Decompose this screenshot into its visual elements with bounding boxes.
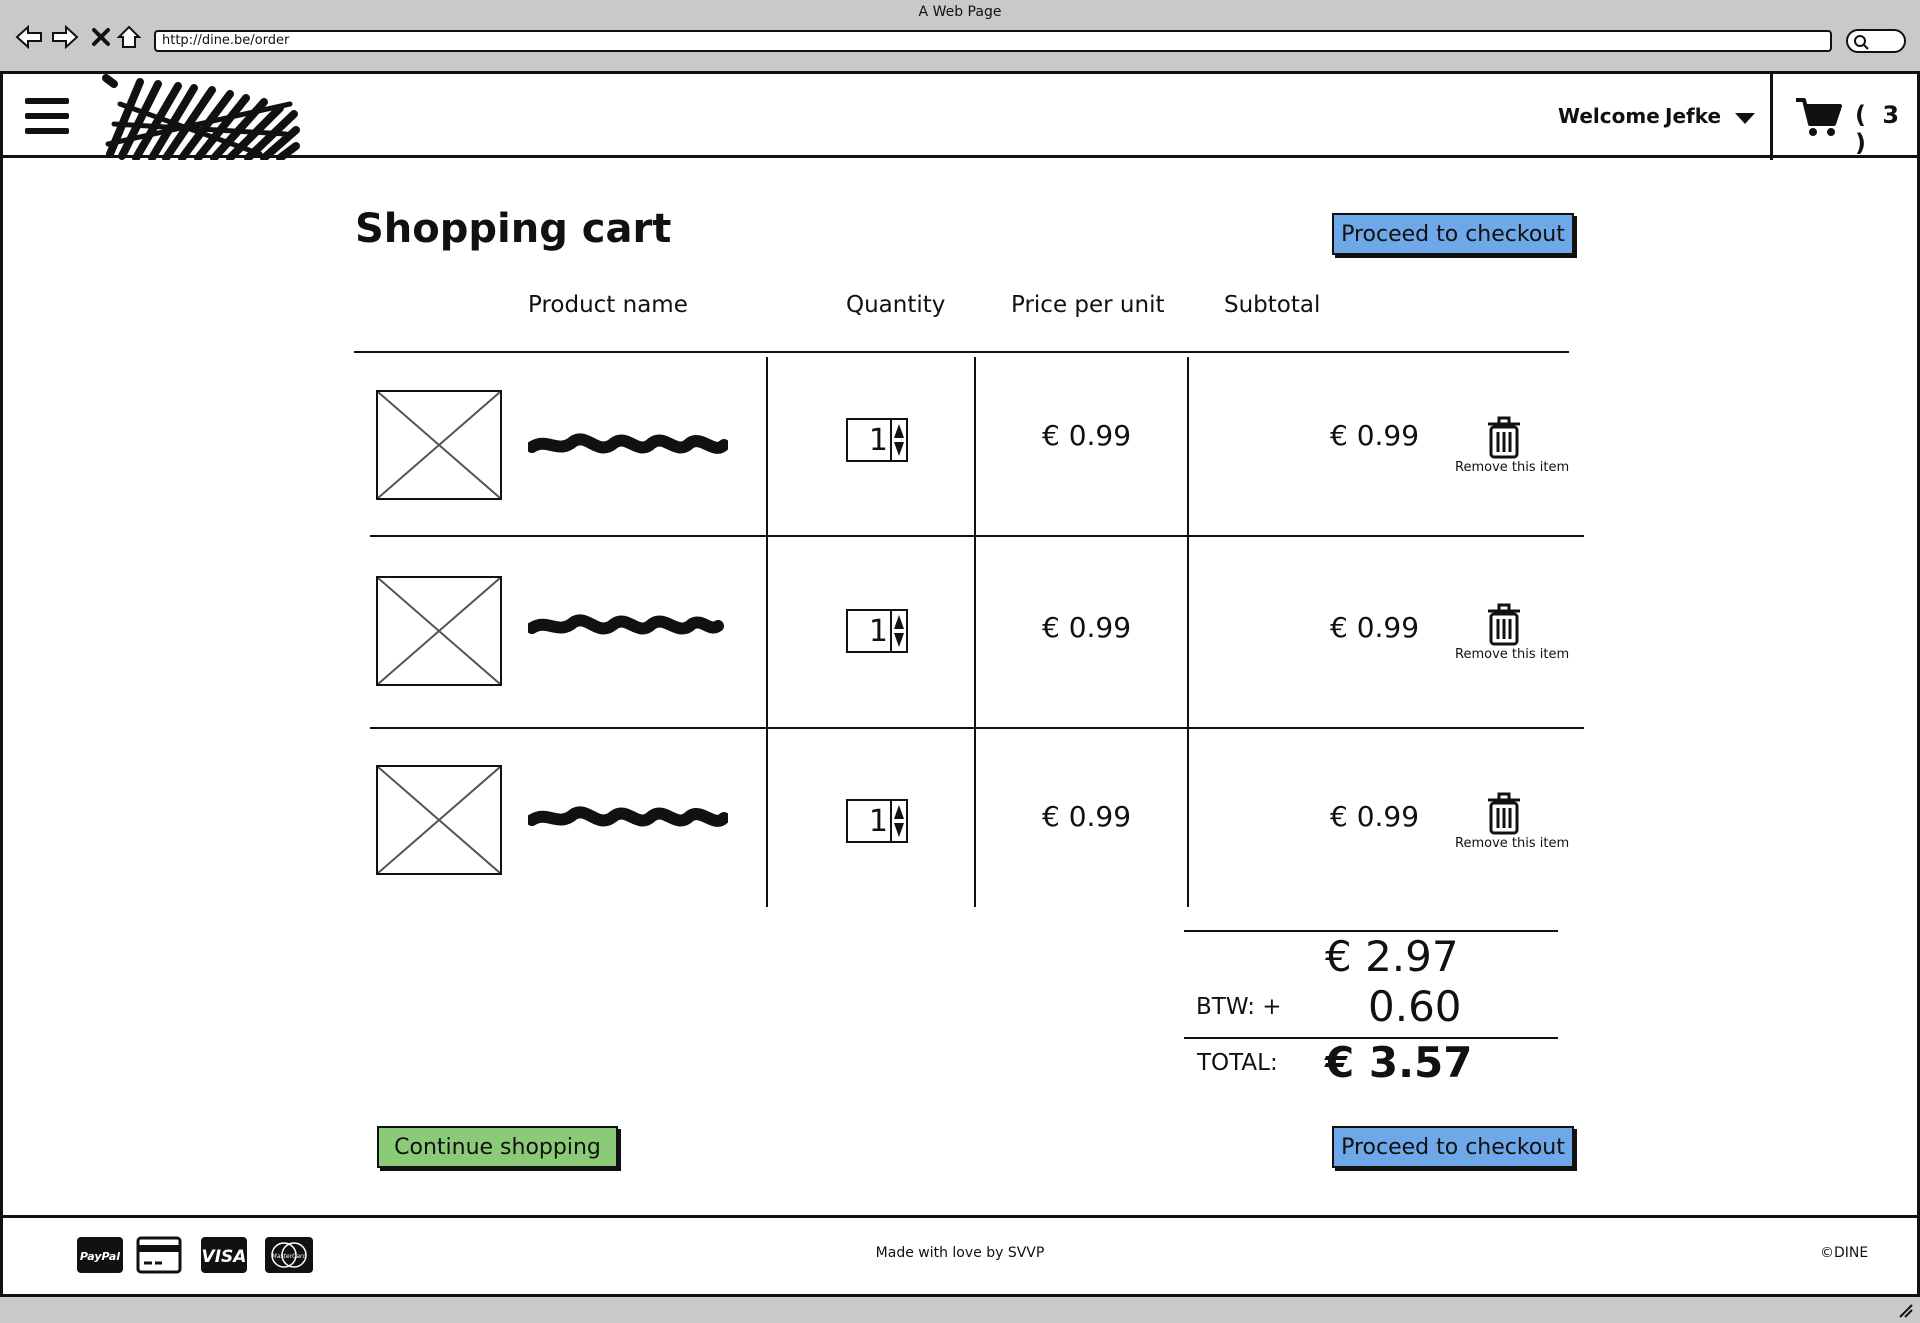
forward-icon[interactable] — [50, 22, 80, 52]
column-header-subtotal: Subtotal — [1224, 292, 1321, 318]
remove-item-link[interactable]: Remove this item — [1455, 460, 1569, 475]
table-row: 1 € 0.99 € 0.99 Remove this item — [370, 357, 1584, 535]
logo[interactable] — [100, 74, 300, 162]
product-name-scribble[interactable] — [526, 608, 728, 644]
subtotal: € 0.99 — [1330, 419, 1420, 452]
quantity-value[interactable]: 1 — [848, 423, 890, 458]
quantity-stepper[interactable]: 1 — [846, 799, 908, 843]
table-row: 1 € 0.99 € 0.99 Remove this item — [370, 537, 1584, 727]
table-row: 1 € 0.99 € 0.99 Remove this item — [370, 729, 1584, 909]
back-icon[interactable] — [14, 22, 44, 52]
chevron-down-icon[interactable] — [1732, 108, 1758, 128]
footer-divider — [0, 1215, 1920, 1218]
quantity-stepper[interactable]: 1 — [846, 418, 908, 462]
continue-shopping-button[interactable]: Continue shopping — [377, 1126, 618, 1168]
trash-icon[interactable] — [1484, 415, 1524, 459]
proceed-to-checkout-button[interactable]: Proceed to checkout — [1332, 1126, 1574, 1168]
browser-status-bar — [0, 1294, 1920, 1323]
footer-credit: Made with love by SVVP — [875, 1245, 1045, 1261]
welcome-label: Welcome — [1558, 104, 1660, 128]
column-header-quantity: Quantity — [846, 292, 946, 318]
copyright: ©DINE — [1820, 1245, 1869, 1261]
btw-value: 0.60 — [1368, 982, 1462, 1031]
header-divider — [1770, 74, 1773, 160]
product-name-scribble[interactable] — [526, 427, 730, 463]
proceed-to-checkout-button[interactable]: Proceed to checkout — [1332, 213, 1574, 255]
browser-search-field[interactable] — [1846, 29, 1906, 53]
price-per-unit: € 0.99 — [1042, 611, 1132, 644]
subtotal: € 0.99 — [1330, 611, 1420, 644]
column-header-product-name: Product name — [528, 292, 688, 318]
total-label: TOTAL: — [1197, 1050, 1278, 1076]
address-bar[interactable]: http://dine.be/order — [154, 30, 1832, 52]
username-label[interactable]: Jefke — [1665, 104, 1721, 128]
subtotal: € 0.99 — [1330, 800, 1420, 833]
price-per-unit: € 0.99 — [1042, 800, 1132, 833]
quantity-value[interactable]: 1 — [848, 614, 890, 649]
cart-icon[interactable] — [1794, 96, 1842, 138]
trash-icon[interactable] — [1484, 602, 1524, 646]
page-title: Shopping cart — [355, 206, 672, 252]
remove-item-link[interactable]: Remove this item — [1455, 647, 1569, 662]
window-title: A Web Page — [918, 4, 1002, 20]
items-sum: € 2.97 — [1325, 932, 1459, 981]
stepper-arrows-icon[interactable] — [890, 420, 906, 460]
trash-icon[interactable] — [1484, 791, 1524, 835]
column-header-price-per-unit: Price per unit — [1011, 292, 1165, 318]
quantity-value[interactable]: 1 — [848, 804, 890, 839]
resize-grip-icon[interactable] — [1896, 1301, 1914, 1319]
product-image-placeholder — [376, 576, 502, 686]
product-image-placeholder — [376, 765, 502, 875]
cart-count[interactable]: ( 3 ) — [1855, 101, 1920, 157]
product-name-scribble[interactable] — [526, 800, 730, 836]
quantity-stepper[interactable]: 1 — [846, 609, 908, 653]
search-icon — [1854, 35, 1869, 50]
remove-item-link[interactable]: Remove this item — [1455, 836, 1569, 851]
home-icon[interactable] — [114, 22, 144, 52]
product-image-placeholder — [376, 390, 502, 500]
price-per-unit: € 0.99 — [1042, 419, 1132, 452]
hamburger-menu-icon[interactable] — [24, 96, 70, 136]
btw-label: BTW: + — [1196, 994, 1282, 1020]
total-value: € 3.57 — [1325, 1038, 1473, 1087]
stop-icon[interactable] — [86, 22, 116, 52]
header-divider-line — [354, 351, 1569, 353]
stepper-arrows-icon[interactable] — [890, 801, 906, 841]
stepper-arrows-icon[interactable] — [890, 611, 906, 651]
